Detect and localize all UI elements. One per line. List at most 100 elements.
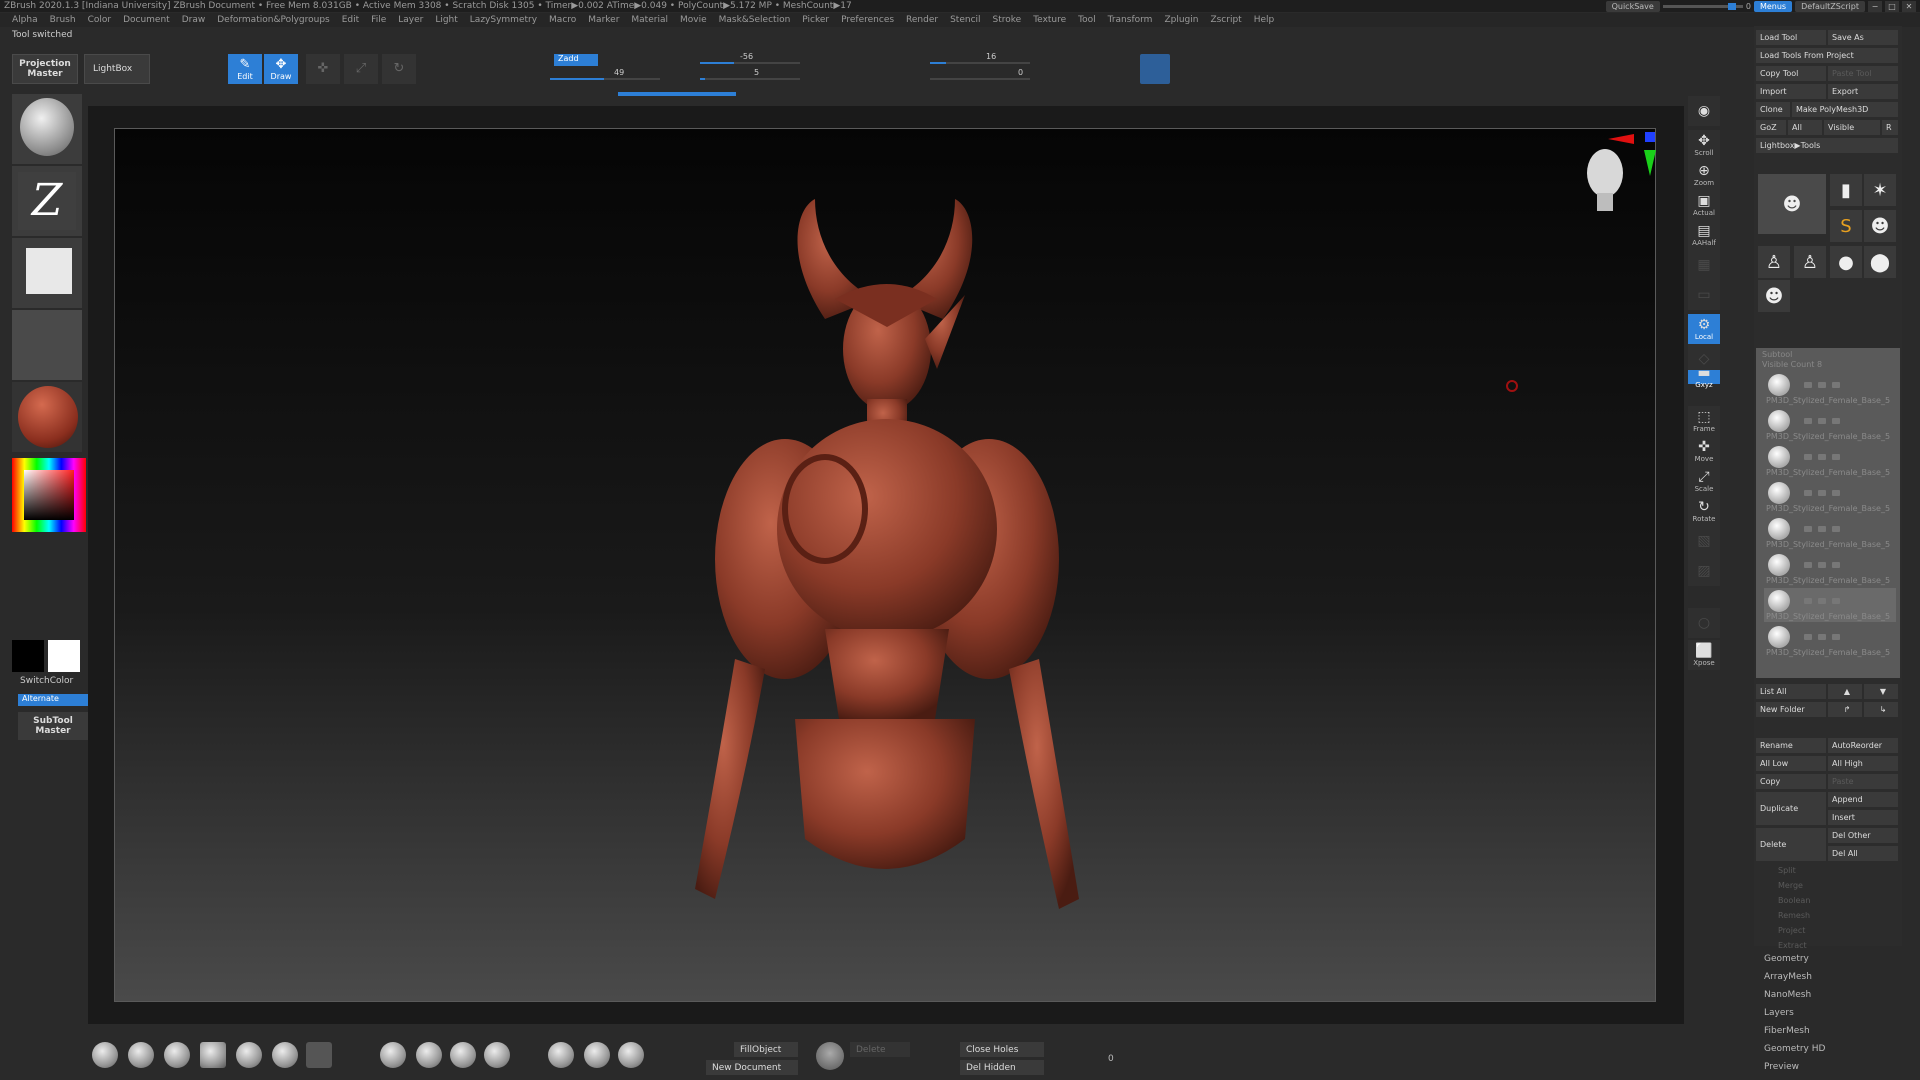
subtool-extract-item[interactable]: Extract: [1778, 941, 1807, 950]
menu-preferences[interactable]: Preferences: [841, 15, 894, 25]
all-high-button[interactable]: All High: [1828, 756, 1898, 771]
brush-dam-icon[interactable]: [236, 1042, 262, 1068]
local-button[interactable]: ⚙ Local: [1688, 314, 1720, 344]
menu-light[interactable]: Light: [435, 15, 457, 25]
copy-subtool-button[interactable]: Copy: [1756, 774, 1826, 789]
quicksave-slider-knob[interactable]: [1727, 2, 1736, 10]
brush-hpolish-icon[interactable]: [484, 1042, 510, 1068]
subpalette-geometry-hd[interactable]: Geometry HD: [1764, 1044, 1825, 1054]
menu-zplugin[interactable]: Zplugin: [1164, 15, 1198, 25]
menu-zscript[interactable]: Zscript: [1210, 15, 1241, 25]
default-zscript-button[interactable]: DefaultZScript: [1795, 0, 1865, 12]
polypaint-icon[interactable]: [1818, 454, 1826, 460]
brush-pinch-icon[interactable]: [380, 1042, 406, 1068]
subtool-toggles[interactable]: [1804, 488, 1864, 496]
subtool-split-item[interactable]: Split: [1778, 866, 1796, 875]
scale-button[interactable]: ⤢ Scale: [1688, 466, 1720, 496]
ghost-button[interactable]: ○: [1688, 608, 1720, 638]
orientation-head-icon[interactable]: [1577, 143, 1637, 223]
menus-button[interactable]: Menus: [1753, 0, 1793, 12]
menu-color[interactable]: Color: [88, 15, 112, 25]
duplicate-button[interactable]: Duplicate: [1756, 792, 1826, 825]
list-all-button[interactable]: List All: [1756, 684, 1826, 699]
eye-icon[interactable]: [1832, 454, 1840, 460]
main-color-swatch[interactable]: [48, 640, 80, 672]
move-mode-button[interactable]: ✜: [306, 54, 340, 84]
rgb-intensity-slider[interactable]: 5: [700, 68, 800, 80]
export-button[interactable]: Export: [1828, 84, 1898, 99]
brush-planar-icon[interactable]: [450, 1042, 476, 1068]
draw-mode-button[interactable]: ✥ Draw: [264, 54, 298, 84]
figure-tool-thumb-1[interactable]: ♙: [1758, 246, 1790, 278]
edit-mode-button[interactable]: ✎ Edit: [228, 54, 262, 84]
goz-visible-button[interactable]: Visible: [1824, 120, 1880, 135]
fill-object-button[interactable]: FillObject: [734, 1042, 798, 1057]
aahalf-button[interactable]: ▤ AAHalf: [1688, 220, 1720, 250]
scale-mode-button[interactable]: ⤢: [344, 54, 378, 84]
eye-icon[interactable]: [1832, 562, 1840, 568]
brush-clay-icon[interactable]: [164, 1042, 190, 1068]
menu-movie[interactable]: Movie: [680, 15, 707, 25]
subtool-row[interactable]: PM3D_Stylized_Female_Base_5: [1764, 588, 1896, 622]
subpalette-geometry[interactable]: Geometry: [1764, 954, 1809, 964]
subtool-boolean-item[interactable]: Boolean: [1778, 896, 1810, 905]
close-holes-button[interactable]: Close Holes: [960, 1042, 1044, 1057]
import-button[interactable]: Import: [1756, 84, 1826, 99]
visibility-icon[interactable]: [1804, 490, 1812, 496]
alpha-selector[interactable]: [12, 238, 82, 308]
menu-render[interactable]: Render: [906, 15, 938, 25]
delete-button[interactable]: Delete: [850, 1042, 910, 1057]
menu-mask-selection[interactable]: Mask&Selection: [719, 15, 791, 25]
z-intensity-slider[interactable]: 49: [550, 68, 660, 80]
folder-out-button[interactable]: ↳: [1864, 702, 1898, 717]
xpose-button[interactable]: ⬜ Xpose: [1688, 640, 1720, 670]
subtool-toggles[interactable]: [1804, 416, 1864, 424]
frame-button[interactable]: ⬚ Frame: [1688, 406, 1720, 436]
subpalette-arraymesh[interactable]: ArrayMesh: [1764, 972, 1812, 982]
load-tools-from-project-button[interactable]: Load Tools From Project: [1756, 48, 1898, 63]
lightbox-tools-button[interactable]: Lightbox▶Tools: [1756, 138, 1898, 153]
subtool-row[interactable]: PM3D_Stylized_Female_Base_5: [1764, 444, 1896, 478]
append-button[interactable]: Append: [1828, 792, 1898, 807]
clone-button[interactable]: Clone: [1756, 102, 1790, 117]
menu-draw[interactable]: Draw: [182, 15, 206, 25]
paste-subtool-button[interactable]: Paste: [1828, 774, 1898, 789]
visibility-icon[interactable]: [1804, 382, 1812, 388]
delete-subtool-button[interactable]: Delete: [1756, 828, 1826, 861]
polypaint-icon[interactable]: [1818, 598, 1826, 604]
goz-button[interactable]: GoZ: [1756, 120, 1786, 135]
brush-selector[interactable]: [12, 94, 82, 164]
brush-standard-icon[interactable]: [92, 1042, 118, 1068]
polypaint-icon[interactable]: [1818, 634, 1826, 640]
rotate-mode-button[interactable]: ↻: [382, 54, 416, 84]
menu-marker[interactable]: Marker: [588, 15, 619, 25]
menu-brush[interactable]: Brush: [50, 15, 76, 25]
make-polymesh3d-button[interactable]: Make PolyMesh3D: [1792, 102, 1898, 117]
material-selector[interactable]: [12, 382, 82, 452]
subtool-row[interactable]: PM3D_Stylized_Female_Base_5: [1764, 408, 1896, 442]
sculpt-model[interactable]: [675, 199, 1095, 1019]
eye-icon[interactable]: [1832, 634, 1840, 640]
gear-icon[interactable]: [816, 1042, 844, 1070]
polypaint-icon[interactable]: [1818, 490, 1826, 496]
menu-transform[interactable]: Transform: [1108, 15, 1153, 25]
eye-icon[interactable]: [1832, 418, 1840, 424]
brush-claytubes-icon[interactable]: [306, 1042, 332, 1068]
menu-stencil[interactable]: Stencil: [950, 15, 980, 25]
load-tool-button[interactable]: Load Tool: [1756, 30, 1826, 45]
figure-tool-thumb-2[interactable]: ♙: [1794, 246, 1826, 278]
menu-stroke[interactable]: Stroke: [993, 15, 1022, 25]
brush-cube-icon[interactable]: [200, 1042, 226, 1068]
goz-all-button[interactable]: All: [1788, 120, 1822, 135]
del-all-button[interactable]: Del All: [1828, 846, 1898, 861]
subtool-row[interactable]: PM3D_Stylized_Female_Base_5: [1764, 624, 1896, 658]
subtool-toggles[interactable]: [1804, 524, 1864, 532]
subtool-toggles[interactable]: [1804, 596, 1864, 604]
maximize-button[interactable]: □: [1885, 0, 1899, 12]
eye-icon[interactable]: [1832, 526, 1840, 532]
visibility-icon[interactable]: [1804, 634, 1812, 640]
menu-layer[interactable]: Layer: [398, 15, 423, 25]
subtool-row[interactable]: PM3D_Stylized_Female_Base_5: [1764, 372, 1896, 406]
menu-alpha[interactable]: Alpha: [12, 15, 38, 25]
brush-smooth-icon[interactable]: [584, 1042, 610, 1068]
